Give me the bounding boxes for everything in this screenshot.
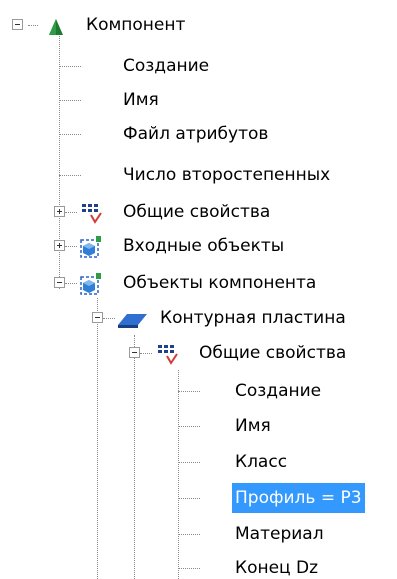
tree-node-label: Входные объекты bbox=[123, 236, 285, 256]
tree-node[interactable]: Создание bbox=[0, 374, 360, 408]
tree-node-component[interactable]: Компонент bbox=[0, 8, 220, 42]
plate-icon bbox=[116, 308, 148, 328]
tree-node-label: Контурная пластина bbox=[160, 308, 346, 328]
tree-node-label: Класс bbox=[235, 452, 288, 472]
tree-node-label: Число второстепенных bbox=[123, 165, 331, 185]
tree-node[interactable]: Конец Dz bbox=[0, 551, 360, 579]
tree-node[interactable]: Класс bbox=[0, 445, 360, 479]
tree-node-label: Имя bbox=[123, 90, 159, 110]
tree-node-general-properties[interactable]: Общие свойства bbox=[0, 336, 397, 370]
tree-node[interactable]: Имя bbox=[0, 409, 360, 443]
tree-node[interactable]: Создание bbox=[0, 49, 260, 83]
expand-toggle[interactable] bbox=[54, 240, 65, 251]
collapse-toggle[interactable] bbox=[54, 277, 65, 288]
properties-icon bbox=[81, 202, 102, 224]
objects-icon bbox=[80, 236, 101, 258]
properties-icon bbox=[157, 343, 178, 365]
tree-node-label: Конец Dz bbox=[235, 558, 319, 578]
component-tree: Компонент Создание Имя Файл атрибутов Чи… bbox=[0, 0, 397, 579]
tree-node-selected[interactable]: Профиль = P3 bbox=[0, 481, 397, 515]
collapse-toggle[interactable] bbox=[92, 312, 103, 323]
tree-node-label: Файл атрибутов bbox=[123, 124, 269, 144]
green-cone-icon bbox=[46, 15, 66, 35]
tree-node[interactable]: Материал bbox=[0, 517, 360, 551]
tree-node-general-properties[interactable]: Общие свойства bbox=[0, 195, 320, 229]
tree-node-component-objects[interactable]: Объекты компонента bbox=[0, 266, 360, 300]
tree-node[interactable]: Число второстепенных bbox=[0, 158, 397, 192]
expand-toggle[interactable] bbox=[54, 206, 65, 217]
collapse-toggle[interactable] bbox=[129, 347, 140, 358]
tree-node-label: Имя bbox=[235, 416, 271, 436]
tree-node-label: Объекты компонента bbox=[123, 273, 317, 293]
tree-node-input-objects[interactable]: Входные объекты bbox=[0, 229, 320, 263]
objects-icon bbox=[80, 273, 101, 295]
tree-node[interactable]: Имя bbox=[0, 83, 260, 117]
collapse-toggle[interactable] bbox=[12, 19, 23, 30]
tree-node-label: Компонент bbox=[86, 15, 186, 35]
tree-node-label: Материал bbox=[235, 524, 324, 544]
tree-node-label: Общие свойства bbox=[123, 202, 271, 222]
tree-node-label: Профиль = P3 bbox=[232, 483, 365, 513]
tree-node-label: Создание bbox=[123, 56, 210, 76]
tree-node[interactable]: Файл атрибутов bbox=[0, 117, 280, 151]
tree-node-label: Общие свойства bbox=[199, 343, 347, 363]
tree-node-contour-plate[interactable]: Контурная пластина bbox=[0, 301, 397, 335]
tree-node-label: Создание bbox=[235, 381, 322, 401]
